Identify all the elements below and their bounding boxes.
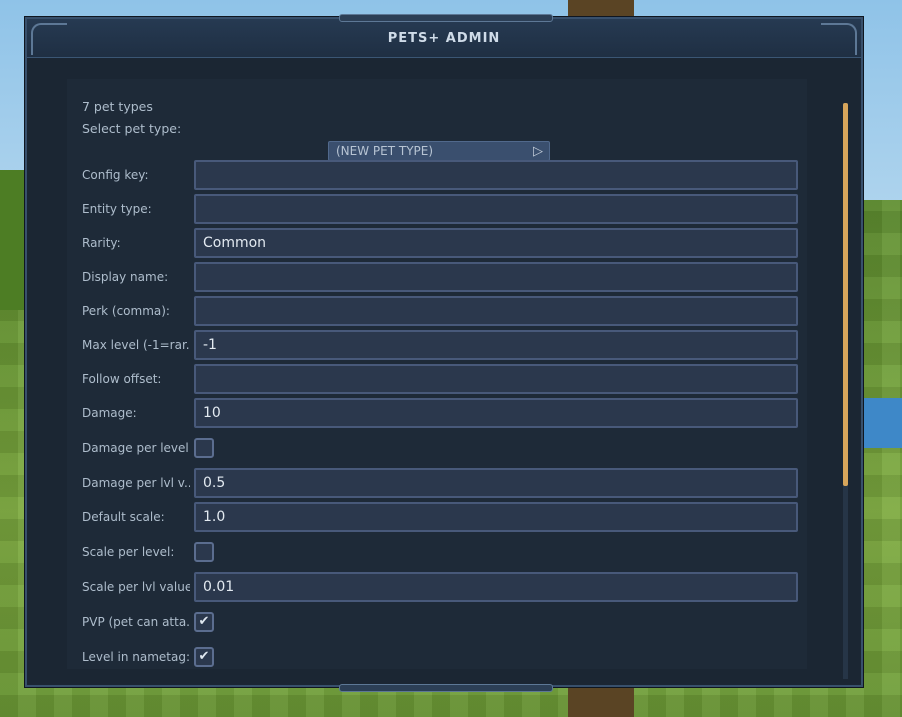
title-bar: PETS+ ADMIN — [27, 19, 861, 58]
corner-ornament-left — [31, 23, 67, 55]
field-label: PVP (pet can atta... — [82, 615, 190, 629]
tree-foliage — [0, 170, 28, 310]
entity-type-input[interactable] — [194, 194, 798, 224]
form-panel: 7 pet types Select pet type: (NEW PET TY… — [67, 79, 848, 679]
damage-input[interactable]: 10 — [194, 398, 798, 428]
pet-type-count: 7 pet types — [82, 99, 153, 114]
form-scroll-area[interactable]: 7 pet types Select pet type: (NEW PET TY… — [67, 79, 807, 669]
scale-per-lvl-value-input[interactable]: 0.01 — [194, 572, 798, 602]
field-row-follow-offset: Follow offset: — [82, 364, 798, 394]
check-icon: ✔ — [198, 649, 210, 664]
check-icon: ✔ — [198, 614, 210, 629]
field-label: Scale per level: — [82, 545, 175, 559]
field-label: Damage: — [82, 406, 137, 420]
pvp-pet-can-atta-checkbox[interactable]: ✔ — [194, 612, 214, 632]
field-label: Level in nametag: — [82, 650, 190, 664]
field-row-damage-per-lvl-v: Damage per lvl v... 0.5 — [82, 468, 798, 498]
level-in-nametag-checkbox[interactable]: ✔ — [194, 647, 214, 667]
field-row-config-key: Config key: — [82, 160, 798, 190]
field-label: Display name: — [82, 270, 169, 284]
pet-type-dropdown-value: (NEW PET TYPE) — [336, 144, 434, 158]
field-label: Entity type: — [82, 202, 152, 216]
follow-offset-input[interactable] — [194, 364, 798, 394]
scale-per-level-checkbox[interactable] — [194, 542, 214, 562]
field-label: Damage per level: — [82, 441, 190, 455]
default-scale-input[interactable]: 1.0 — [194, 502, 798, 532]
field-row-display-name: Display name: — [82, 262, 798, 292]
display-name-input[interactable] — [194, 262, 798, 292]
select-pet-type-label: Select pet type: — [82, 121, 182, 136]
field-label: Scale per lvl value: — [82, 580, 190, 594]
damage-per-lvl-v-input[interactable]: 0.5 — [194, 468, 798, 498]
field-row-default-scale: Default scale: 1.0 — [82, 502, 798, 532]
field-label: Rarity: — [82, 236, 121, 250]
field-row-rarity: Rarity: Common — [82, 228, 798, 258]
field-row-entity-type: Entity type: — [82, 194, 798, 224]
field-label: Max level (-1=rar... — [82, 338, 190, 352]
field-row-level-in-nametag: Level in nametag: ✔ — [82, 642, 784, 669]
scrollbar-thumb[interactable] — [843, 103, 848, 486]
top-ornament — [339, 14, 553, 22]
water-block — [864, 398, 902, 448]
damage-per-level-checkbox[interactable] — [194, 438, 214, 458]
field-row-scale-per-lvl-value: Scale per lvl value: 0.01 — [82, 572, 798, 602]
bottom-ornament — [339, 684, 553, 692]
field-row-pvp-pet-can-atta: PVP (pet can atta... ✔ — [82, 607, 784, 637]
field-row-scale-per-level: Scale per level: — [82, 537, 784, 567]
play-icon[interactable]: ▷ — [533, 143, 543, 161]
config-key-input[interactable] — [194, 160, 798, 190]
field-label: Default scale: — [82, 510, 165, 524]
field-row-max-level-1-rar: Max level (-1=rar... -1 — [82, 330, 798, 360]
field-row-damage: Damage: 10 — [82, 398, 798, 428]
field-label: Perk (comma): — [82, 304, 170, 318]
field-row-damage-per-level: Damage per level: — [82, 433, 784, 463]
field-label: Config key: — [82, 168, 149, 182]
field-label: Damage per lvl v... — [82, 476, 190, 490]
pets-admin-window: PETS+ ADMIN 7 pet types Select pet type:… — [25, 14, 863, 692]
perk-comma-input[interactable] — [194, 296, 798, 326]
corner-ornament-right — [821, 23, 857, 55]
field-label: Follow offset: — [82, 372, 162, 386]
field-row-perk-comma: Perk (comma): — [82, 296, 798, 326]
pet-type-dropdown[interactable]: (NEW PET TYPE) ▷ — [328, 141, 550, 161]
rarity-input[interactable]: Common — [194, 228, 798, 258]
window-title: PETS+ ADMIN — [387, 30, 501, 46]
max-level-1-rar-input[interactable]: -1 — [194, 330, 798, 360]
